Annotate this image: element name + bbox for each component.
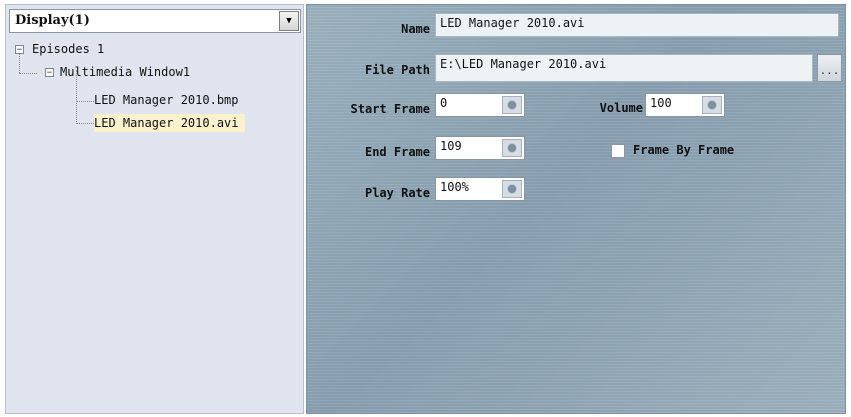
display-label: Display(1) bbox=[15, 13, 90, 28]
volume-spinner[interactable] bbox=[702, 96, 722, 114]
tree-item-bmp-file[interactable]: LED Manager 2010.bmp bbox=[94, 91, 239, 109]
end-frame-value: 109 bbox=[440, 139, 462, 153]
tree-item-label: Episodes 1 bbox=[32, 42, 105, 56]
start-frame-spinner[interactable] bbox=[502, 96, 522, 114]
end-frame-spinner[interactable] bbox=[502, 139, 522, 157]
spin-button-icon bbox=[707, 100, 717, 110]
episode-tree: − Episodes 1 − Multimedia Window1 LED Ma… bbox=[6, 39, 305, 409]
dropdown-arrow-icon[interactable]: ▼ bbox=[279, 11, 299, 31]
start-frame-label: Start Frame bbox=[350, 102, 430, 116]
name-value: LED Manager 2010.avi bbox=[440, 16, 585, 30]
file-path-field[interactable]: E:\LED Manager 2010.avi bbox=[435, 54, 813, 82]
tree-item-label: LED Manager 2010.avi bbox=[94, 116, 239, 130]
left-panel: Display(1) ▼ − Episodes 1 − Multimedia W… bbox=[5, 4, 304, 414]
name-field[interactable]: LED Manager 2010.avi bbox=[435, 13, 839, 37]
tree-item-episodes[interactable]: Episodes 1 bbox=[32, 40, 104, 58]
spin-button-icon bbox=[507, 100, 517, 110]
volume-label: Volume bbox=[599, 101, 643, 115]
end-frame-label: End Frame bbox=[364, 145, 430, 159]
display-dropdown[interactable]: Display(1) ▼ bbox=[9, 9, 301, 33]
spin-button-icon bbox=[507, 184, 517, 194]
play-rate-field[interactable]: 100% bbox=[435, 177, 525, 201]
tree-item-multimedia-window[interactable]: Multimedia Window1 bbox=[60, 63, 190, 81]
tree-line bbox=[76, 101, 94, 102]
frame-by-frame-label: Frame By Frame bbox=[633, 143, 735, 157]
tree-item-avi-file[interactable]: LED Manager 2010.avi bbox=[94, 114, 245, 132]
tree-line bbox=[19, 73, 37, 74]
volume-value: 100 bbox=[650, 96, 672, 110]
browse-label: ... bbox=[819, 64, 840, 77]
tree-item-label: LED Manager 2010.bmp bbox=[94, 93, 239, 107]
start-frame-value: 0 bbox=[440, 96, 448, 110]
collapse-icon[interactable]: − bbox=[15, 45, 24, 55]
tree-item-label: Multimedia Window1 bbox=[60, 65, 191, 79]
collapse-icon[interactable]: − bbox=[45, 68, 54, 78]
file-path-label: File Path bbox=[364, 63, 430, 77]
browse-button[interactable]: ... bbox=[817, 54, 842, 82]
frame-by-frame-checkbox[interactable] bbox=[611, 144, 625, 158]
properties-panel: Name LED Manager 2010.avi File Path E:\L… bbox=[306, 4, 846, 414]
spin-button-icon bbox=[507, 143, 517, 153]
play-rate-spinner[interactable] bbox=[502, 180, 522, 198]
file-path-value: E:\LED Manager 2010.avi bbox=[440, 57, 607, 71]
play-rate-value: 100% bbox=[440, 180, 469, 194]
volume-field[interactable]: 100 bbox=[645, 93, 725, 117]
play-rate-label: Play Rate bbox=[364, 186, 430, 200]
tree-line bbox=[76, 123, 94, 124]
name-label: Name bbox=[401, 22, 430, 36]
start-frame-field[interactable]: 0 bbox=[435, 93, 525, 117]
end-frame-field[interactable]: 109 bbox=[435, 136, 525, 160]
